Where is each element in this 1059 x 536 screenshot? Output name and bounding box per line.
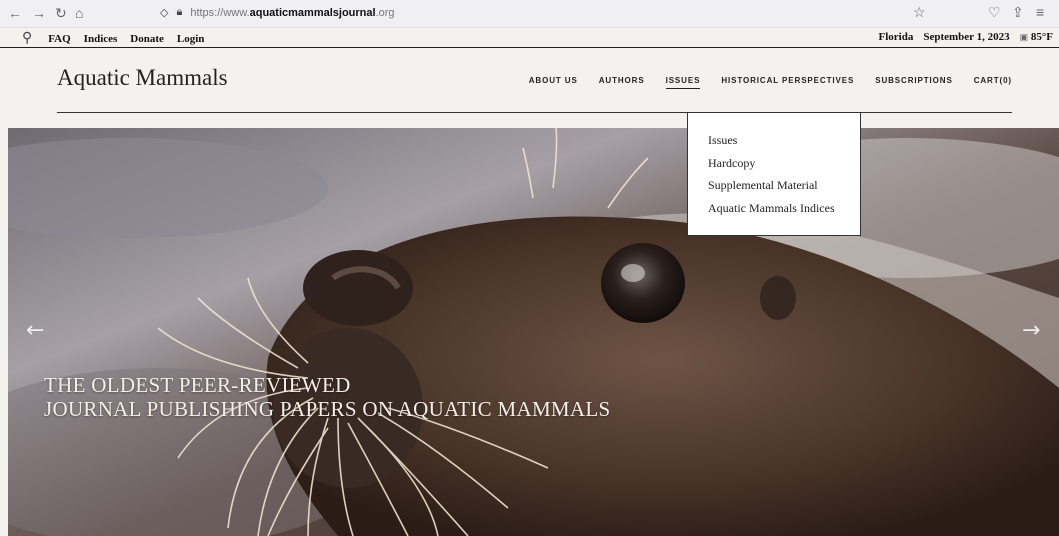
- lock-icon: 🔒︎: [176, 6, 183, 18]
- site-title[interactable]: Aquatic Mammals: [57, 65, 228, 91]
- issues-dropdown: Issues Hardcopy Supplemental Material Aq…: [687, 112, 861, 236]
- url-text: https://www.aquaticmammalsjournal.org: [190, 6, 395, 19]
- donate-link[interactable]: Donate: [130, 33, 164, 45]
- back-icon[interactable]: ←: [8, 5, 22, 21]
- nav-authors[interactable]: AUTHORS: [599, 76, 645, 89]
- home-icon[interactable]: ⌂: [75, 5, 83, 21]
- site-header: Aquatic Mammals ABOUT US AUTHORS ISSUES …: [0, 48, 1059, 128]
- dropdown-item-supplemental-material[interactable]: Supplemental Material: [688, 178, 860, 201]
- shield-icon: ◇: [160, 7, 169, 19]
- chevron-left-icon[interactable]: ←: [26, 318, 44, 343]
- browser-toolbar: ← → ↻ ⌂ ◇ 🔒︎ https://www.aquaticmammalsj…: [0, 0, 1059, 28]
- nav-issues[interactable]: ISSUES: [665, 76, 701, 89]
- hero-headline: THE OLDEST PEER-REVIEWED JOURNAL PUBLISH…: [44, 373, 610, 421]
- dropdown-item-aquatic-mammals-indices[interactable]: Aquatic Mammals Indices: [688, 201, 860, 224]
- faq-link[interactable]: FAQ: [48, 33, 70, 45]
- share-icon[interactable]: ⇪: [1012, 4, 1024, 21]
- header-divider: [57, 112, 1012, 113]
- search-icon[interactable]: ⚲: [22, 30, 32, 47]
- temperature-text: 85°F: [1030, 31, 1053, 43]
- forward-icon[interactable]: →: [32, 5, 46, 21]
- date-text: September 1, 2023: [923, 31, 1010, 43]
- reload-icon[interactable]: ↻: [55, 5, 67, 22]
- main-nav: ABOUT US AUTHORS ISSUES HISTORICAL PERSP…: [529, 76, 1012, 89]
- address-bar[interactable]: ◇ 🔒︎ https://www.aquaticmammalsjournal.o…: [160, 6, 395, 19]
- hero-line-1: THE OLDEST PEER-REVIEWED: [44, 373, 351, 397]
- chevron-right-icon[interactable]: →: [1022, 318, 1040, 343]
- utility-bar: ⚲ FAQ Indices Donate Login Florida Septe…: [0, 28, 1059, 48]
- nav-about-us[interactable]: ABOUT US: [529, 76, 578, 89]
- nav-cart[interactable]: CART(0): [974, 76, 1012, 89]
- dropdown-item-hardcopy[interactable]: Hardcopy: [688, 156, 860, 179]
- hero-line-2: JOURNAL PUBLISHING PAPERS ON AQUATIC MAM…: [44, 397, 611, 421]
- pocket-icon[interactable]: ♡: [988, 4, 1001, 21]
- location-text: Florida: [878, 31, 914, 43]
- weather-icon: ▣: [1019, 32, 1029, 42]
- nav-subscriptions[interactable]: SUBSCRIPTIONS: [875, 76, 953, 89]
- nav-historical-perspectives[interactable]: HISTORICAL PERSPECTIVES: [721, 76, 854, 89]
- menu-icon[interactable]: ≡: [1036, 4, 1044, 20]
- seal-photo: [8, 128, 1059, 536]
- hero-slider: ← → THE OLDEST PEER-REVIEWED JOURNAL PUB…: [8, 128, 1059, 536]
- login-link[interactable]: Login: [177, 33, 205, 45]
- indices-link[interactable]: Indices: [84, 33, 118, 45]
- star-icon[interactable]: ☆: [913, 4, 926, 21]
- dropdown-item-issues[interactable]: Issues: [688, 133, 860, 156]
